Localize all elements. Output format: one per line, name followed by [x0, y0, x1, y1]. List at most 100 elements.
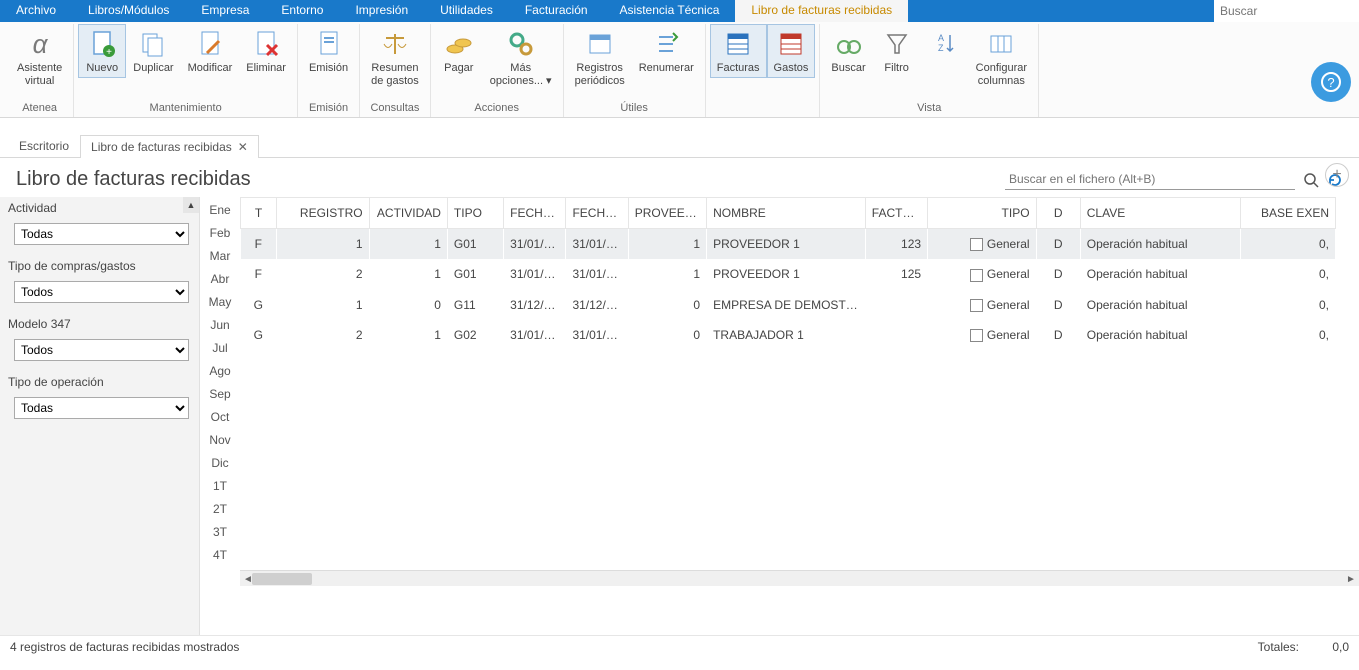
- resumen-gastos-button[interactable]: Resumen de gastos: [364, 24, 426, 91]
- checkbox-icon[interactable]: [970, 329, 983, 342]
- column-header-nombre[interactable]: NOMBRE: [707, 198, 866, 229]
- scroll-up-icon[interactable]: ▲: [183, 197, 199, 213]
- menu-item-asistencia-t-cnica[interactable]: Asistencia Técnica: [604, 0, 736, 22]
- column-header-t[interactable]: T: [241, 198, 277, 229]
- table-search-input[interactable]: [1005, 169, 1295, 190]
- month-jun[interactable]: Jun: [210, 318, 229, 332]
- doc-tab[interactable]: Libro de facturas recibidas✕: [80, 135, 259, 158]
- column-header-actividad[interactable]: ACTIVIDAD: [369, 198, 447, 229]
- table-row[interactable]: F21G0131/01/20...31/01/20...1PROVEEDOR 1…: [241, 259, 1336, 289]
- cell-d: D: [1036, 290, 1080, 320]
- month-4t[interactable]: 4T: [213, 548, 227, 562]
- buscar-button[interactable]: Buscar: [824, 24, 872, 78]
- menu-item-libros-m-dulos[interactable]: Libros/Módulos: [72, 0, 185, 22]
- doc-plus-icon: +: [86, 28, 118, 60]
- facturas-button[interactable]: Facturas: [710, 24, 767, 78]
- filter-group: Tipo de compras/gastos Todos: [4, 255, 195, 313]
- menu-item-utilidades[interactable]: Utilidades: [424, 0, 509, 22]
- cell-baseexen: 0,: [1241, 320, 1336, 350]
- column-header-factura[interactable]: FACTURA: [865, 198, 927, 229]
- cell-fecha2: 31/01/20...: [566, 259, 628, 289]
- filter-group: Tipo de operaciónTodas: [4, 371, 195, 429]
- month-2t[interactable]: 2T: [213, 502, 227, 516]
- month-oct[interactable]: Oct: [211, 410, 230, 424]
- menu-item-empresa[interactable]: Empresa: [185, 0, 265, 22]
- doc-delete-icon: [250, 28, 282, 60]
- gastos-button[interactable]: Gastos: [767, 24, 816, 78]
- month-abr[interactable]: Abr: [211, 272, 230, 286]
- checkbox-icon[interactable]: [970, 269, 983, 282]
- cell-proveedor: 1: [628, 259, 706, 289]
- checkbox-icon[interactable]: [970, 238, 983, 251]
- filter-label: Tipo de compras/gastos: [8, 259, 191, 273]
- month-nov[interactable]: Nov: [209, 433, 230, 447]
- month-sep[interactable]: Sep: [209, 387, 230, 401]
- ribbon-group: αAsistente virtualAtenea: [6, 24, 74, 117]
- table-row[interactable]: F11G0131/01/20...31/01/20...1PROVEEDOR 1…: [241, 229, 1336, 260]
- month-mar[interactable]: Mar: [210, 249, 231, 263]
- ribbon-button-label: Registros periódicos: [575, 62, 625, 88]
- add-tab-button[interactable]: +: [1325, 163, 1349, 187]
- column-header-baseexen[interactable]: BASE EXEN: [1241, 198, 1336, 229]
- horizontal-scrollbar[interactable]: ◄►: [240, 570, 1359, 586]
- filter-select[interactable]: Todos: [14, 339, 189, 361]
- sort-button[interactable]: AZ: [921, 24, 969, 65]
- config-columnas-button[interactable]: Configurar columnas: [969, 24, 1034, 91]
- month-feb[interactable]: Feb: [210, 226, 231, 240]
- search-icon[interactable]: [1303, 172, 1319, 188]
- month-ago[interactable]: Ago: [209, 364, 230, 378]
- menu-item-impresi-n[interactable]: Impresión: [339, 0, 424, 22]
- ribbon-button-label: Renumerar: [639, 62, 694, 75]
- close-tab-icon[interactable]: ✕: [238, 140, 248, 154]
- checkbox-icon[interactable]: [970, 299, 983, 312]
- asistente-virtual-button[interactable]: αAsistente virtual: [10, 24, 69, 91]
- doc-tab[interactable]: Escritorio: [8, 134, 80, 157]
- month-jul[interactable]: Jul: [212, 341, 227, 355]
- menu-item-archivo[interactable]: Archivo: [0, 0, 72, 22]
- emision-button[interactable]: Emisión: [302, 24, 355, 78]
- document-tabs: EscritorioLibro de facturas recibidas✕+: [0, 118, 1359, 158]
- eliminar-button[interactable]: Eliminar: [239, 24, 293, 78]
- column-header-clave[interactable]: CLAVE: [1080, 198, 1241, 229]
- cell-fecha1: 31/01/20...: [504, 320, 566, 350]
- column-header-registro[interactable]: REGISTRO: [277, 198, 369, 229]
- registros-periodicos-button[interactable]: Registros periódicos: [568, 24, 632, 91]
- cell-factura: 123: [865, 229, 927, 260]
- month-dic[interactable]: Dic: [211, 456, 228, 470]
- month-3t[interactable]: 3T: [213, 525, 227, 539]
- columns-icon: [985, 28, 1017, 60]
- renumerar-button[interactable]: Renumerar: [632, 24, 701, 78]
- menu-item-libro-de-facturas-recibidas[interactable]: Libro de facturas recibidas: [735, 0, 908, 22]
- menu-item-entorno[interactable]: Entorno: [265, 0, 339, 22]
- column-header-proveedor[interactable]: PROVEEDOR: [628, 198, 706, 229]
- global-search-input[interactable]: [1214, 0, 1359, 22]
- cell-t: G: [241, 290, 277, 320]
- column-header-tipo2[interactable]: TIPO: [928, 198, 1036, 229]
- menu-item-facturaci-n[interactable]: Facturación: [509, 0, 604, 22]
- mas-opciones-button[interactable]: Más opciones... ▾: [483, 24, 559, 91]
- column-header-tipo[interactable]: TIPO: [447, 198, 503, 229]
- month-may[interactable]: May: [209, 295, 232, 309]
- modificar-button[interactable]: Modificar: [181, 24, 240, 78]
- filter-select[interactable]: Todas: [14, 223, 189, 245]
- nuevo-button[interactable]: +Nuevo: [78, 24, 126, 78]
- pagar-button[interactable]: Pagar: [435, 24, 483, 78]
- help-button[interactable]: ?: [1311, 62, 1351, 102]
- filter-select[interactable]: Todos: [14, 281, 189, 303]
- column-header-d[interactable]: D: [1036, 198, 1080, 229]
- table-row[interactable]: G10G1131/12/20...31/12/20...0EMPRESA DE …: [241, 290, 1336, 320]
- ribbon-button-label: Más opciones... ▾: [490, 62, 552, 88]
- cell-registro: 2: [277, 320, 369, 350]
- ribbon-group: FacturasGastos: [706, 24, 821, 117]
- table-row[interactable]: G21G0231/01/20...31/01/20...0TRABAJADOR …: [241, 320, 1336, 350]
- duplicar-button[interactable]: Duplicar: [126, 24, 180, 78]
- column-header-fecha2[interactable]: FECHA E...: [566, 198, 628, 229]
- month-1t[interactable]: 1T: [213, 479, 227, 493]
- filter-select[interactable]: Todas: [14, 397, 189, 419]
- page-title: Libro de facturas recibidas: [16, 168, 251, 191]
- column-header-fecha1[interactable]: FECHA ...: [504, 198, 566, 229]
- filtro-button[interactable]: Filtro: [873, 24, 921, 78]
- ribbon-button-label: Resumen de gastos: [371, 62, 419, 88]
- month-ene[interactable]: Ene: [209, 203, 230, 217]
- ribbon: αAsistente virtualAtenea+NuevoDuplicarMo…: [0, 22, 1359, 118]
